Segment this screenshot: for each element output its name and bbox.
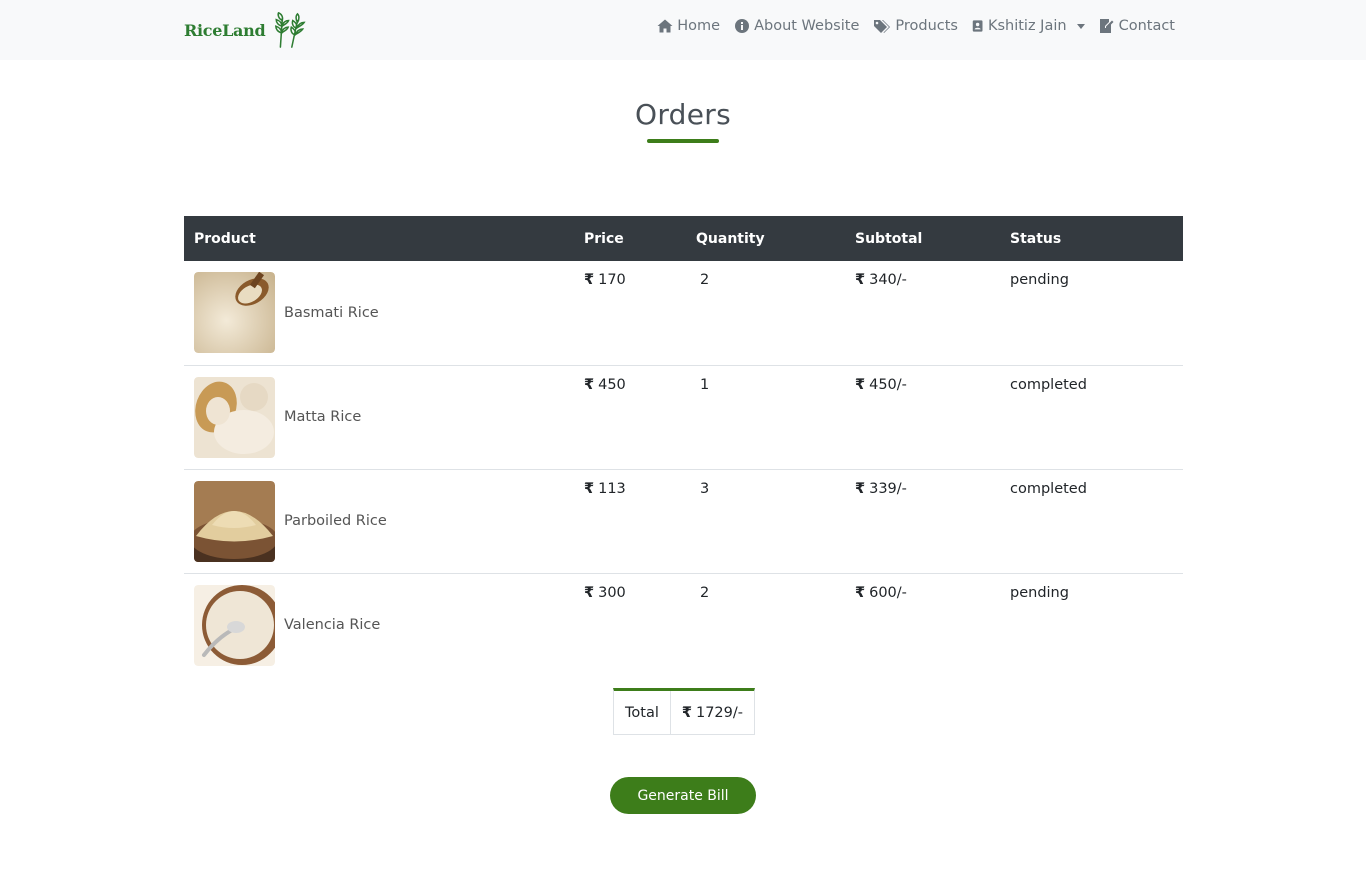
price-cell: ₹450 (574, 365, 686, 469)
basmati-rice-image (194, 272, 275, 353)
product-cell: Parboiled Rice (184, 469, 574, 573)
column-header-product: Product (194, 230, 256, 247)
table-row: Basmati Rice ₹170 2 ₹340/- pending (184, 261, 1183, 365)
wheat-icon (275, 11, 306, 48)
nav-user-label: Kshitiz Jain (987, 18, 1067, 34)
matta-rice-image (194, 376, 275, 458)
subtotal-value: 450/- (869, 376, 907, 393)
product-cell: Basmati Rice (184, 261, 574, 365)
subtotal-value: 340/- (869, 272, 907, 288)
page-title: Orders (635, 98, 731, 131)
rupee-icon: ₹ (681, 704, 692, 721)
product-name: Parboiled Rice (284, 513, 387, 529)
column-header-quantity: Quantity (696, 230, 765, 247)
home-icon (657, 19, 673, 33)
generate-bill-button[interactable]: Generate Bill (610, 777, 756, 814)
nav-about-label: About Website (754, 18, 860, 34)
column-header-status: Status (1010, 230, 1062, 247)
product-name: Basmati Rice (284, 304, 379, 321)
rupee-icon: ₹ (584, 480, 595, 497)
navbar: RiceLand Home About Website Products Ksh… (0, 0, 1366, 60)
brand-logo-link[interactable]: RiceLand (184, 11, 307, 49)
orders-table: Product Price Quantity Subtotal Status B… (184, 216, 1183, 677)
price-value: 113 (598, 480, 626, 497)
quantity-cell: 3 (700, 480, 710, 497)
title-underline (647, 139, 719, 143)
status-cell: pending (1010, 272, 1069, 288)
product-cell: Matta Rice (184, 365, 574, 469)
price-cell: ₹300 (574, 573, 686, 677)
column-header-subtotal: Subtotal (855, 230, 923, 247)
edit-document-icon (1099, 19, 1114, 33)
subtotal-value: 339/- (869, 480, 907, 497)
subtotal-cell: ₹450/- (845, 365, 1000, 469)
quantity-cell: 2 (700, 584, 710, 601)
rupee-icon: ₹ (584, 584, 595, 601)
info-circle-icon (735, 19, 750, 33)
order-total: Total ₹ 1729/- (613, 688, 755, 735)
status-cell: completed (1010, 376, 1087, 393)
product-cell: Valencia Rice (184, 573, 574, 677)
table-row: Parboiled Rice ₹113 3 ₹339/- completed (184, 469, 1183, 573)
rupee-icon: ₹ (855, 376, 866, 393)
tags-icon (874, 20, 891, 33)
quantity-cell: 1 (700, 376, 710, 393)
chevron-down-icon (1076, 23, 1085, 29)
rupee-icon: ₹ (584, 272, 595, 288)
column-header-price: Price (584, 230, 624, 247)
status-cell: pending (1010, 584, 1069, 601)
price-value: 450 (598, 376, 626, 393)
price-value: 170 (598, 272, 626, 288)
nav-products[interactable]: Products (873, 18, 958, 34)
total-value: 1729/- (695, 704, 743, 721)
status-cell: completed (1010, 480, 1087, 497)
product-name: Matta Rice (284, 409, 362, 425)
subtotal-cell: ₹600/- (845, 573, 1000, 677)
total-amount: ₹ 1729/- (671, 691, 754, 734)
nav-home-label: Home (677, 18, 721, 34)
rupee-icon: ₹ (584, 376, 595, 393)
nav-user-dropdown[interactable]: Kshitiz Jain (972, 18, 1085, 34)
nav-home[interactable]: Home (657, 18, 720, 34)
product-name: Valencia Rice (284, 617, 381, 633)
page-heading: Orders (0, 98, 1366, 143)
nav-contact[interactable]: Contact (1099, 18, 1175, 34)
parboiled-rice-image (194, 480, 275, 562)
price-cell: ₹113 (574, 469, 686, 573)
table-row: Matta Rice ₹450 1 ₹450/- completed (184, 365, 1183, 469)
price-cell: ₹170 (574, 261, 686, 365)
quantity-cell: 2 (700, 272, 710, 288)
rupee-icon: ₹ (855, 584, 866, 601)
total-label: Total (614, 691, 671, 734)
subtotal-cell: ₹340/- (845, 261, 1000, 365)
valencia-rice-image (194, 584, 275, 666)
nav-about[interactable]: About Website (734, 18, 859, 34)
nav-contact-label: Contact (1118, 18, 1175, 34)
subtotal-value: 600/- (869, 584, 907, 601)
nav-products-label: Products (895, 18, 958, 34)
nav-menu: Home About Website Products Kshitiz Jain… (657, 18, 1175, 34)
brand-name: RiceLand (184, 20, 266, 40)
price-value: 300 (598, 584, 626, 601)
address-book-icon (972, 20, 983, 32)
rupee-icon: ₹ (855, 272, 866, 288)
table-header-row: Product Price Quantity Subtotal Status (184, 216, 1183, 261)
rupee-icon: ₹ (855, 480, 866, 497)
table-row: Valencia Rice ₹300 2 ₹600/- pending (184, 573, 1183, 677)
subtotal-cell: ₹339/- (845, 469, 1000, 573)
